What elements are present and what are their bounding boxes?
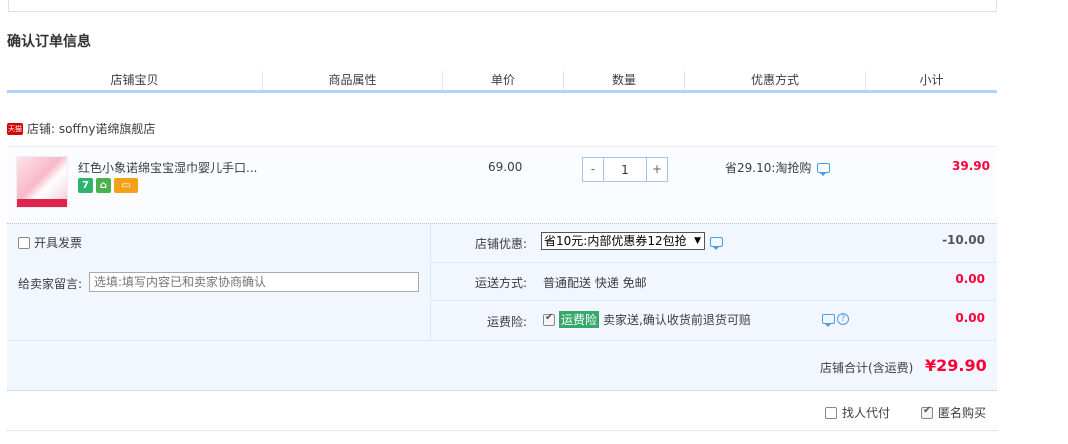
chat-icon[interactable] [710, 237, 723, 250]
shop-discount-selected: 省10元:内部优惠券12包抢 [544, 234, 687, 248]
col-unit-price: 单价 [443, 71, 564, 90]
previous-section-box [8, 0, 997, 12]
tmall-icon: 天猫 [7, 122, 23, 135]
insurance-cost: 0.00 [955, 311, 985, 325]
options-row-line [430, 262, 997, 263]
total-value: ¥29.90 [925, 356, 987, 375]
item-subtotal: 39.90 [952, 159, 990, 173]
anonymous-option[interactable]: 匿名购买 [921, 404, 986, 421]
seven-day-return-icon[interactable]: 7 [78, 178, 93, 193]
message-label: 给卖家留言: [18, 277, 83, 291]
shop-discount-label: 店铺优惠: [474, 237, 527, 251]
card-icon[interactable]: ▭ [114, 178, 138, 193]
bottom-divider [7, 430, 997, 431]
quantity-input[interactable] [603, 158, 647, 181]
shop-name[interactable]: 店铺: soffny诺绵旗舰店 [27, 120, 155, 137]
chat-icon[interactable] [817, 162, 831, 176]
dropdown-arrow-icon: ▼ [694, 236, 701, 246]
column-header: 店铺宝贝 商品属性 单价 数量 优惠方式 小计 [7, 71, 997, 93]
shipping-cost: 0.00 [955, 272, 985, 286]
service-icons: 7 ⌂ ▭ [78, 178, 138, 193]
col-discount: 优惠方式 [685, 71, 866, 90]
unit-price: 69.00 [488, 160, 523, 174]
shop-discount-value: -10.00 [942, 233, 985, 247]
chat-icon[interactable] [822, 314, 835, 327]
col-quantity: 数量 [564, 71, 685, 90]
quantity-stepper: - + [582, 157, 668, 182]
insurance-tag: 运费险 [559, 311, 600, 328]
invoice-option[interactable]: 开具发票 [18, 234, 82, 251]
message-input[interactable] [89, 272, 419, 292]
item-title[interactable]: 红色小象诺绵宝宝湿巾婴儿手口... [78, 159, 257, 176]
help-icon[interactable]: ? [837, 313, 849, 325]
quantity-plus-button[interactable]: + [647, 158, 667, 181]
insurance-text: 卖家送,确认收货前退货可赔 [603, 313, 751, 327]
shipping-value: 普通配送 快递 免邮 [543, 276, 647, 290]
options-row-line [430, 300, 997, 301]
total-label: 店铺合计(含运费) [820, 361, 914, 375]
shop-discount-select[interactable]: 省10元:内部优惠券12包抢 ▼ [541, 232, 705, 250]
col-attributes: 商品属性 [263, 71, 443, 90]
guarantee-icon[interactable]: ⌂ [96, 178, 111, 193]
col-shop-item: 店铺宝贝 [7, 71, 263, 90]
proxy-pay-checkbox[interactable] [825, 406, 837, 419]
page-title: 确认订单信息 [7, 34, 91, 50]
item-row [7, 146, 997, 224]
product-thumbnail[interactable] [16, 156, 68, 208]
anonymous-checkbox[interactable] [921, 405, 933, 419]
insurance-checkbox[interactable] [543, 312, 555, 326]
shipping-label: 运送方式: [474, 276, 527, 290]
insurance-icons: ? [822, 313, 849, 327]
invoice-label: 开具发票 [34, 236, 83, 250]
anonymous-label: 匿名购买 [938, 406, 987, 420]
options-divider [430, 224, 431, 340]
insurance-option: 运费险 卖家送,确认收货前退货可赔 [543, 311, 751, 328]
shop-line: 天猫 店铺: soffny诺绵旗舰店 [7, 120, 155, 137]
invoice-checkbox[interactable] [18, 236, 30, 249]
promotion-text: 省29.10:淘抢购 [725, 161, 812, 175]
proxy-pay-option[interactable]: 找人代付 [825, 404, 890, 421]
proxy-pay-label: 找人代付 [842, 406, 891, 420]
col-subtotal: 小计 [919, 73, 944, 87]
promotion: 省29.10:淘抢购 [725, 159, 831, 176]
insurance-label: 运费险: [486, 315, 527, 329]
quantity-minus-button[interactable]: - [583, 158, 603, 181]
